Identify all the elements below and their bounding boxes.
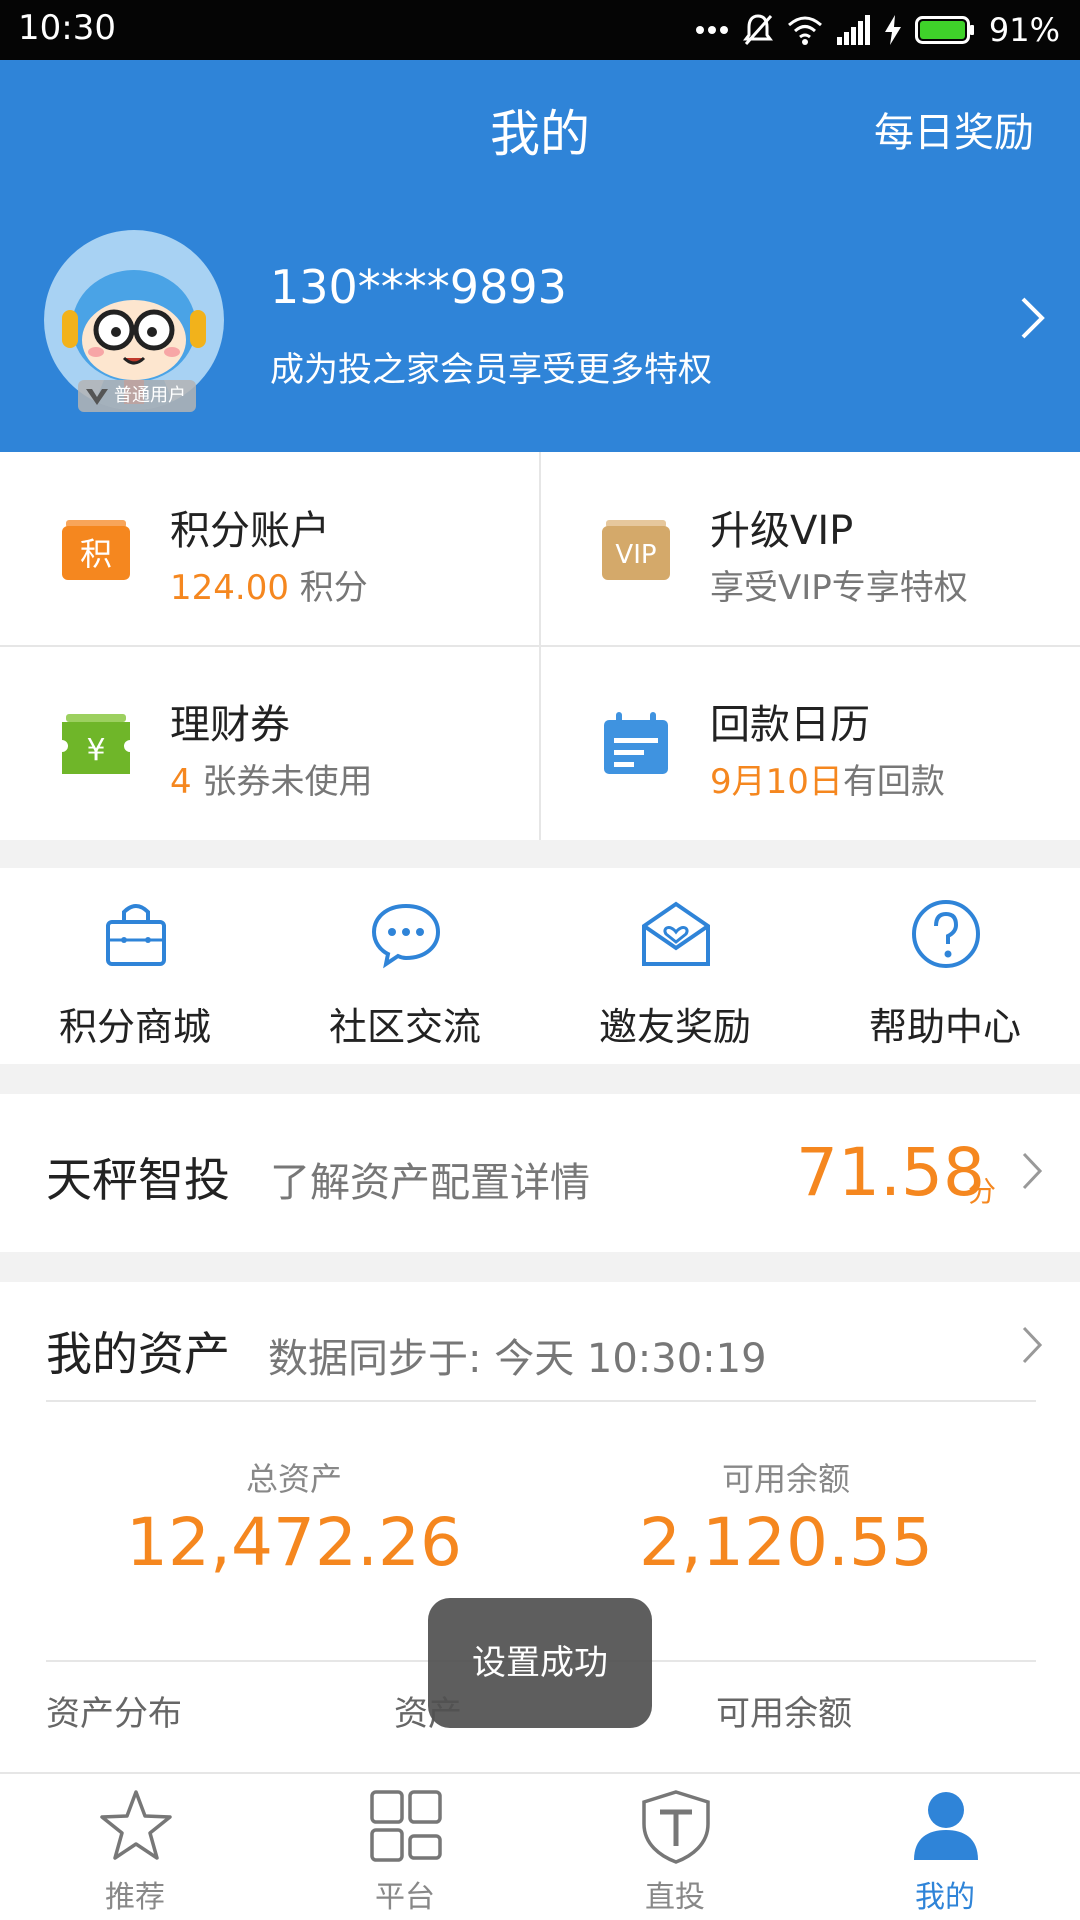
assets-sync-time: 数据同步于: 今天 10:30:19 xyxy=(268,1336,767,1382)
wifi-icon xyxy=(787,16,822,45)
coupon-icon: ¥ xyxy=(62,714,130,774)
more-dots-icon xyxy=(695,26,728,34)
user-icon xyxy=(914,1792,978,1860)
svg-text:VIP: VIP xyxy=(615,540,656,570)
points-account-cell[interactable]: 积 积分账户 124.00 积分 xyxy=(0,452,540,646)
nav-mine[interactable]: 我的 xyxy=(810,1774,1080,1920)
status-icons: 91% xyxy=(695,8,1060,52)
svg-text:¥: ¥ xyxy=(86,733,105,768)
member-level-badge: 普通用户 xyxy=(78,380,196,412)
calendar-suffix: 有回款 xyxy=(842,762,945,802)
nav-label: 我的 xyxy=(915,1880,975,1915)
quick-link-label: 邀友奖励 xyxy=(598,1005,751,1049)
total-assets-value: 12,472.26 xyxy=(126,1504,462,1581)
mute-bell-icon xyxy=(742,14,773,45)
star-icon xyxy=(100,1790,172,1860)
smart-invest-name: 天秤智投 xyxy=(46,1153,230,1207)
total-assets-label: 总资产 xyxy=(245,1460,342,1498)
help-icon xyxy=(912,900,980,968)
toast-message: 设置成功 xyxy=(428,1598,652,1728)
available-balance-label: 可用余额 xyxy=(721,1460,850,1498)
shield-icon xyxy=(642,1790,710,1864)
coupons-suffix: 张券未使用 xyxy=(202,762,373,802)
quick-link-label: 帮助中心 xyxy=(868,1005,1021,1049)
coupons-title: 理财券 xyxy=(170,702,290,748)
nav-label: 直投 xyxy=(645,1880,705,1915)
available-balance-value: 2,120.55 xyxy=(639,1504,933,1581)
coupons-count: 4 xyxy=(170,762,192,802)
profile-header: 我的 每日奖励 普通用户 130****9893 成为投之家会员享受更多特权 xyxy=(0,60,1080,452)
smart-invest-score: 71.58 xyxy=(796,1134,985,1211)
account-grid: 积 积分账户 124.00 积分 VIP 升级VIP 享受VIP专享特权 ¥ 理… xyxy=(0,452,1080,840)
user-phone: 130****9893 xyxy=(270,260,567,314)
repayment-calendar-cell[interactable]: 回款日历 9月10日有回款 xyxy=(540,646,1080,840)
nav-recommend[interactable]: 推荐 xyxy=(0,1774,270,1920)
bottom-nav: 推荐 平台 直投 我的 xyxy=(0,1772,1080,1920)
points-value-line: 124.00 积分 xyxy=(170,560,368,609)
quick-links: 积分商城 社区交流 邀友奖励 帮助中心 xyxy=(0,868,1080,1064)
available-balance-tab[interactable]: 可用余额 xyxy=(716,1686,852,1735)
chevron-right-icon[interactable] xyxy=(1020,296,1046,340)
calendar-icon xyxy=(604,712,668,774)
grid-icon xyxy=(370,1790,442,1862)
battery-icon xyxy=(914,16,974,44)
charging-icon xyxy=(884,15,901,45)
quick-link-community[interactable]: 社区交流 xyxy=(270,868,540,1064)
nav-direct-invest[interactable]: 直投 xyxy=(540,1774,810,1920)
member-level-label: 普通用户 xyxy=(114,385,186,406)
upgrade-vip-cell[interactable]: VIP 升级VIP 享受VIP专享特权 xyxy=(540,452,1080,646)
quick-link-points-mall[interactable]: 积分商城 xyxy=(0,868,270,1064)
chat-bubble-icon xyxy=(371,903,441,969)
signal-icon xyxy=(836,15,870,45)
divider xyxy=(46,1400,1036,1402)
asset-distribution-tab[interactable]: 资产分布 xyxy=(46,1686,182,1735)
status-time: 10:30 xyxy=(18,8,116,48)
chevron-right-icon[interactable] xyxy=(1022,1326,1042,1364)
envelope-heart-icon xyxy=(642,901,710,966)
coupons-value-line: 4 张券未使用 xyxy=(170,754,372,803)
assets-title: 我的资产 xyxy=(46,1327,230,1381)
vip-title: 升级VIP xyxy=(710,508,854,554)
quick-link-invite[interactable]: 邀友奖励 xyxy=(540,868,810,1064)
smart-invest-unit: 分 xyxy=(968,1175,997,1208)
svg-text:积: 积 xyxy=(80,535,112,573)
quick-link-label: 社区交流 xyxy=(328,1005,481,1049)
vip-icon: VIP xyxy=(602,520,670,580)
calendar-title: 回款日历 xyxy=(710,702,870,748)
vip-subtitle: 享受VIP专享特权 xyxy=(710,568,968,608)
points-suffix: 积分 xyxy=(299,568,368,608)
grid-divider-horizontal xyxy=(0,645,1080,647)
nav-platform[interactable]: 平台 xyxy=(270,1774,540,1920)
points-value: 124.00 xyxy=(170,568,289,608)
status-bar: 10:30 91% xyxy=(0,0,1080,60)
smart-invest-desc: 了解资产配置详情 xyxy=(270,1160,590,1206)
points-title: 积分账户 xyxy=(170,508,330,554)
nav-label: 推荐 xyxy=(105,1880,165,1915)
quick-link-help[interactable]: 帮助中心 xyxy=(810,868,1080,1064)
daily-reward-link[interactable]: 每日奖励 xyxy=(874,100,1034,158)
points-icon: 积 xyxy=(62,520,130,580)
battery-percent: 91% xyxy=(988,11,1060,49)
quick-link-label: 积分商城 xyxy=(58,1005,211,1049)
shopping-bag-icon xyxy=(106,904,166,966)
coupons-cell[interactable]: ¥ 理财券 4 张券未使用 xyxy=(0,646,540,840)
calendar-value-line: 9月10日有回款 xyxy=(710,754,945,803)
chevron-right-icon xyxy=(1022,1152,1042,1190)
smart-invest-row[interactable]: 天秤智投 了解资产配置详情 71.58 分 xyxy=(0,1094,1080,1252)
member-promo-text[interactable]: 成为投之家会员享受更多特权 xyxy=(270,342,712,391)
nav-label: 平台 xyxy=(375,1880,435,1915)
v-badge-icon xyxy=(86,389,108,405)
calendar-date: 9月10日 xyxy=(710,762,843,802)
